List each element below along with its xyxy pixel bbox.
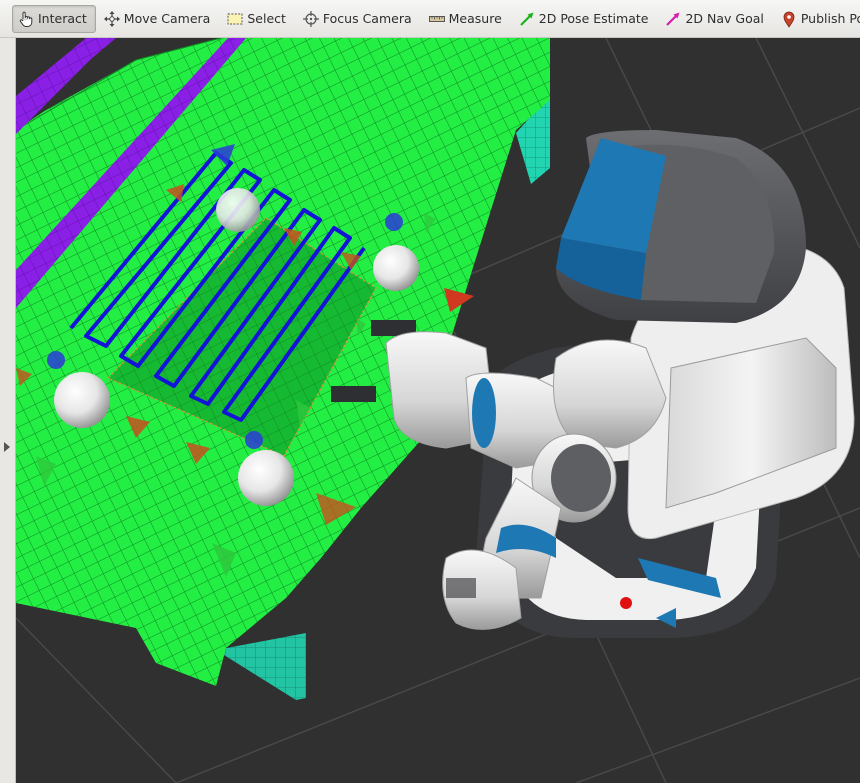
focus-camera-tool-label: Focus Camera <box>322 11 412 26</box>
map-pin-icon <box>780 10 798 28</box>
interact-tool-label: Interact <box>38 11 87 26</box>
rviz-toolbar: Interact Move Camera Select Focus Camera… <box>0 0 860 38</box>
crosshair-icon <box>302 10 320 28</box>
ruler-icon <box>428 10 446 28</box>
publish-point-tool-button[interactable]: Publish Point <box>775 5 860 33</box>
move-arrows-icon <box>103 10 121 28</box>
2d-nav-goal-tool-button[interactable]: 2D Nav Goal <box>659 5 772 33</box>
2d-pose-estimate-tool-label: 2D Pose Estimate <box>538 11 649 26</box>
robot-head <box>556 130 806 323</box>
focus-camera-tool-button[interactable]: Focus Camera <box>297 5 421 33</box>
2d-pose-estimate-tool-button[interactable]: 2D Pose Estimate <box>513 5 658 33</box>
measure-tool-button[interactable]: Measure <box>423 5 511 33</box>
3d-render-viewport[interactable] <box>16 38 860 783</box>
2d-nav-goal-tool-label: 2D Nav Goal <box>685 11 764 26</box>
select-tool-label: Select <box>247 11 286 26</box>
interact-tool-button[interactable]: Interact <box>12 4 96 33</box>
expand-panel-arrow-icon[interactable] <box>4 442 10 452</box>
move-camera-tool-button[interactable]: Move Camera <box>98 5 220 33</box>
move-camera-tool-label: Move Camera <box>123 11 211 26</box>
publish-point-tool-label: Publish Point <box>800 11 860 26</box>
side-panel-collapse-strip[interactable] <box>0 38 16 783</box>
magenta-arrow-icon <box>664 10 682 28</box>
select-tool-button[interactable]: Select <box>221 5 295 33</box>
measure-tool-label: Measure <box>448 11 502 26</box>
dashed-rectangle-icon <box>226 10 244 28</box>
hand-cursor-icon <box>17 10 35 28</box>
green-arrow-icon <box>518 10 536 28</box>
